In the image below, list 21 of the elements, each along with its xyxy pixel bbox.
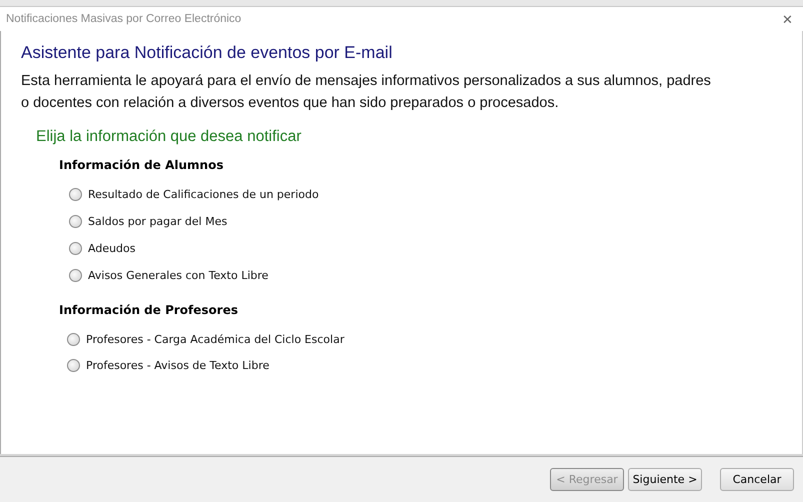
radio-button[interactable] [69,215,82,228]
radio-button[interactable] [67,332,80,346]
close-button[interactable]: ✕ [778,12,797,26]
wizard-button[interactable]: Cancelar [720,468,794,490]
radio-button[interactable] [69,269,82,282]
wizard-button[interactable]: Siguiente > [628,468,702,490]
prompt-text: Elija la información que desea notificar [36,128,302,146]
option-label[interactable]: Resultado de Calificaciones de un periodo [88,188,319,201]
section-heading: Información de Alumnos [59,158,224,172]
option-label[interactable]: Avisos Generales con Texto Libre [88,269,268,282]
option-label[interactable]: Profesores - Carga Académica del Ciclo Escolar [86,332,344,346]
option-label[interactable]: Adeudos [88,242,136,255]
description-text: Esta herramienta le apoyará para el envío de mensajes informativos personalizados a sus alumnos, padres o docentes con relación a diversos eventos que han sido preparados o procesados. [21,72,712,113]
option-label[interactable]: Profesores - Avisos de Texto Libre [86,358,270,372]
wizard-heading: Asistente para Notificación de eventos por E-mail [21,43,394,63]
radio-button[interactable] [67,358,80,372]
window-title: Notificaciones Masivas por Correo Electrónico [6,13,242,25]
radio-button[interactable] [69,188,82,201]
radio-button[interactable] [69,242,82,255]
option-label[interactable]: Saldos por pagar del Mes [88,215,228,228]
section-heading: Información de Profesores [59,303,239,317]
